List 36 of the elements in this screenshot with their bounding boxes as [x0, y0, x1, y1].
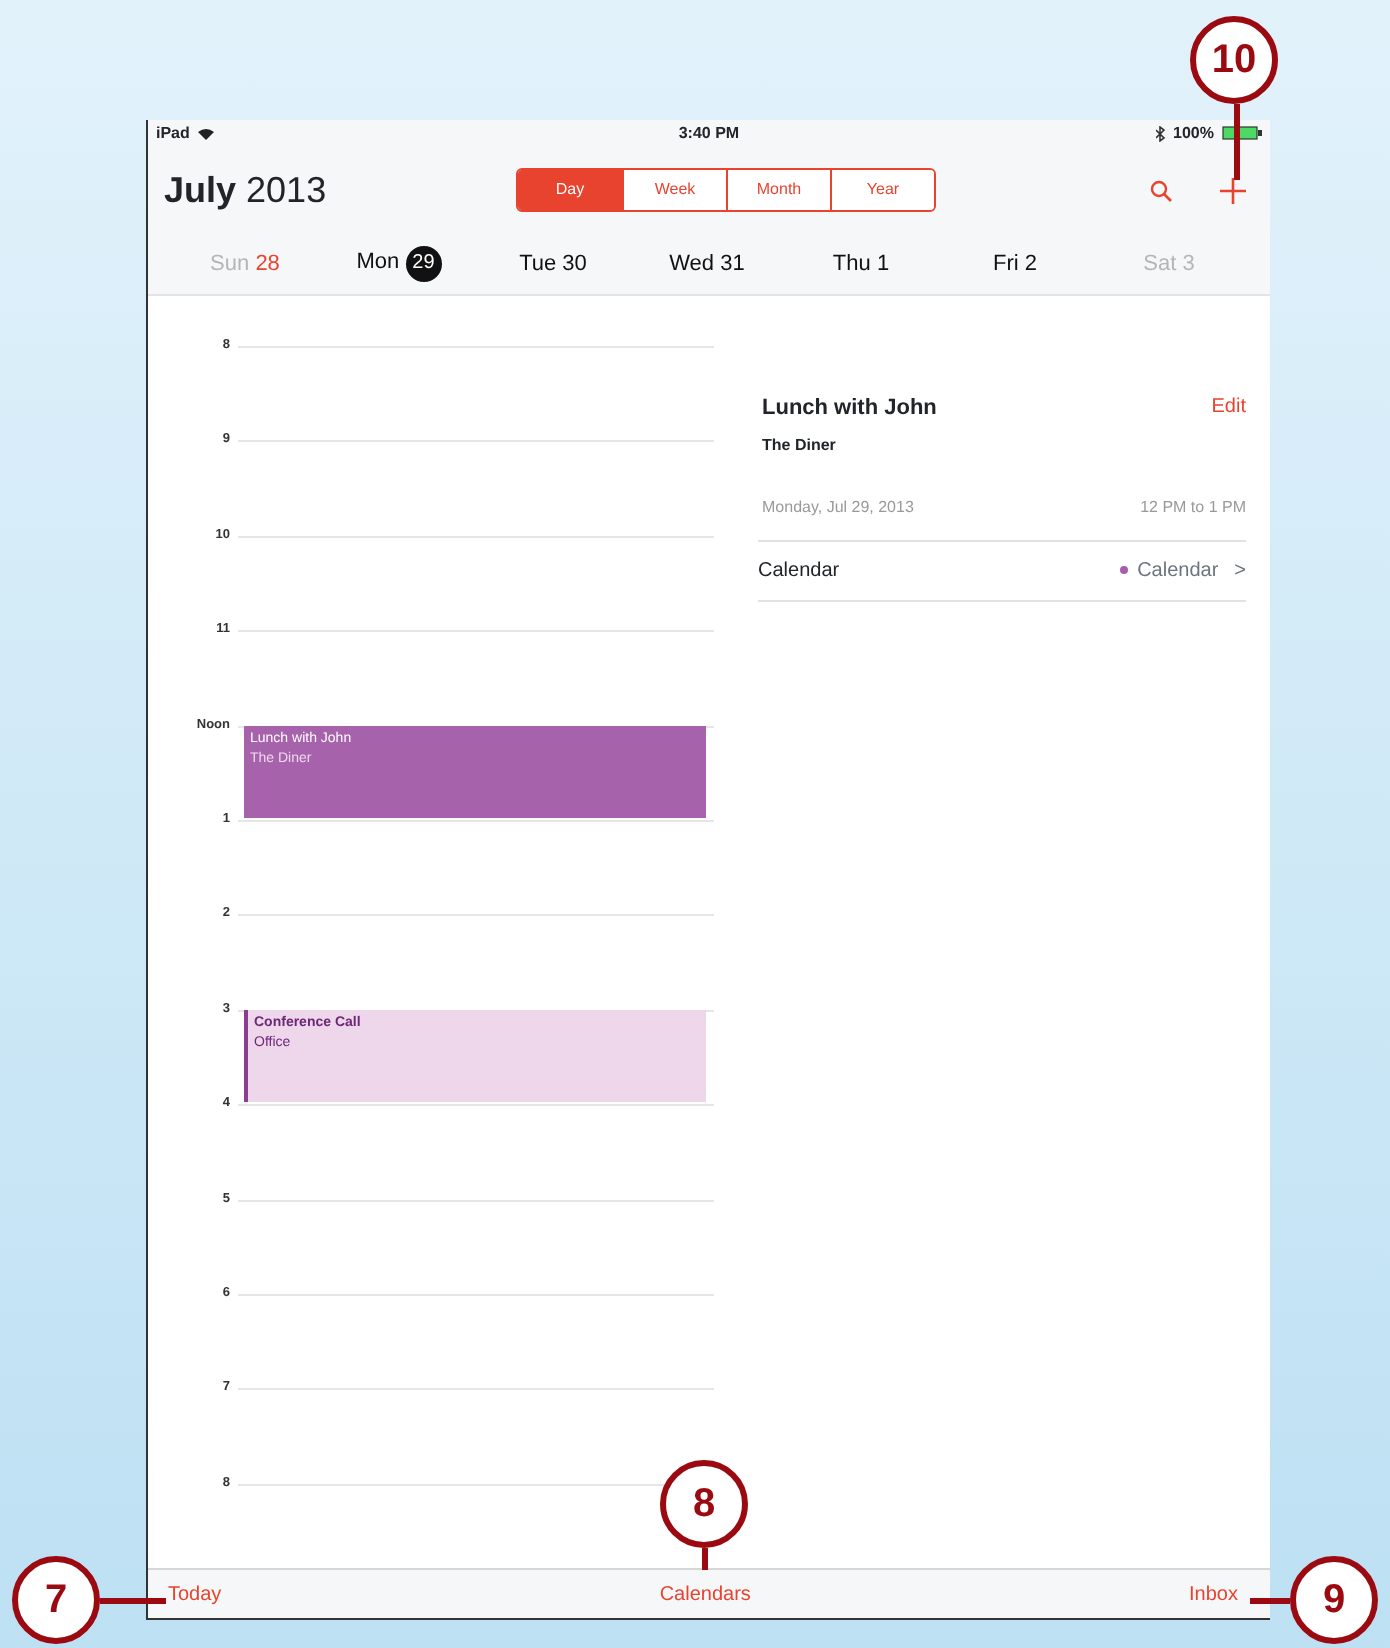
day-button[interactable]: Thu 1: [784, 247, 938, 281]
day-button[interactable]: Wed 31: [630, 247, 784, 281]
view-tab[interactable]: Year: [830, 170, 934, 210]
calendar-label: Calendar: [758, 557, 840, 585]
view-tab[interactable]: Week: [622, 170, 726, 210]
edit-link[interactable]: Edit: [1211, 392, 1246, 422]
toolbar-link[interactable]: Inbox: [1189, 1579, 1238, 1609]
callout-number: 9: [1290, 1556, 1378, 1644]
device-label: iPad: [156, 121, 190, 145]
callout-number: 10: [1190, 16, 1278, 104]
chevron-icon[interactable]: >: [1234, 555, 1246, 585]
event-time: 12 PM to 1 PM: [1140, 495, 1246, 519]
calendar-value[interactable]: Calendar: [1137, 555, 1219, 585]
toolbar-link[interactable]: Calendars: [659, 1579, 751, 1609]
add-icon[interactable]: [1220, 177, 1246, 203]
event-title: Lunch with John: [762, 394, 937, 424]
view-tab[interactable]: Day: [518, 170, 622, 210]
leader-line: [100, 1598, 166, 1604]
event-location: The Diner: [762, 433, 838, 457]
search-icon[interactable]: [1150, 179, 1172, 201]
day-button[interactable]: Sun 28: [168, 247, 322, 281]
calendar-color-dot: [1119, 566, 1128, 574]
day-button[interactable]: Tue 30: [476, 247, 630, 281]
bluetooth-icon: [1155, 125, 1165, 141]
month-year-title: July 2013: [164, 167, 329, 214]
leader-line: [1250, 1598, 1290, 1604]
wifi-icon: [197, 127, 214, 139]
battery-percent: 100%: [1173, 121, 1214, 145]
event-date: Monday, Jul 29, 2013: [762, 495, 914, 519]
leader-line: [1234, 104, 1240, 180]
view-tab[interactable]: Month: [726, 170, 830, 210]
callout-number: 7: [12, 1556, 100, 1644]
day-button[interactable]: Fri 2: [938, 247, 1092, 281]
day-button[interactable]: Mon 29: [322, 246, 476, 282]
clock-time: 3:40 PM: [678, 123, 740, 141]
toolbar-link[interactable]: Today: [168, 1579, 222, 1609]
